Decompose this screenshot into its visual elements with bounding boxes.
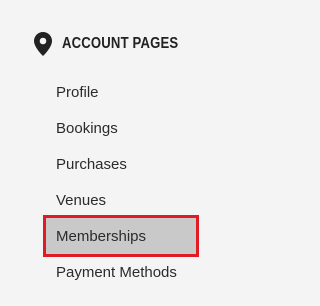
nav-item-label: Payment Methods: [56, 263, 177, 281]
nav-item-venues[interactable]: Venues: [46, 182, 206, 218]
map-pin-icon: [34, 32, 52, 56]
nav-item-purchases[interactable]: Purchases: [46, 146, 206, 182]
nav-item-memberships[interactable]: Memberships: [43, 215, 199, 257]
account-pages-panel: ACCOUNT PAGES Profile Bookings Purchases…: [0, 0, 272, 306]
nav-item-profile[interactable]: Profile: [46, 74, 206, 110]
nav-item-label: Profile: [56, 83, 99, 101]
nav-item-bookings[interactable]: Bookings: [46, 110, 206, 146]
section-title: ACCOUNT PAGES: [62, 35, 179, 52]
nav-item-payment-methods[interactable]: Payment Methods: [46, 254, 206, 290]
account-nav-list: Profile Bookings Purchases Venues Member…: [43, 74, 206, 290]
nav-item-label: Bookings: [56, 119, 118, 137]
nav-item-label: Venues: [56, 191, 107, 209]
nav-item-label: Memberships: [56, 227, 147, 245]
section-header: ACCOUNT PAGES: [34, 30, 204, 58]
nav-item-label: Purchases: [56, 155, 127, 173]
